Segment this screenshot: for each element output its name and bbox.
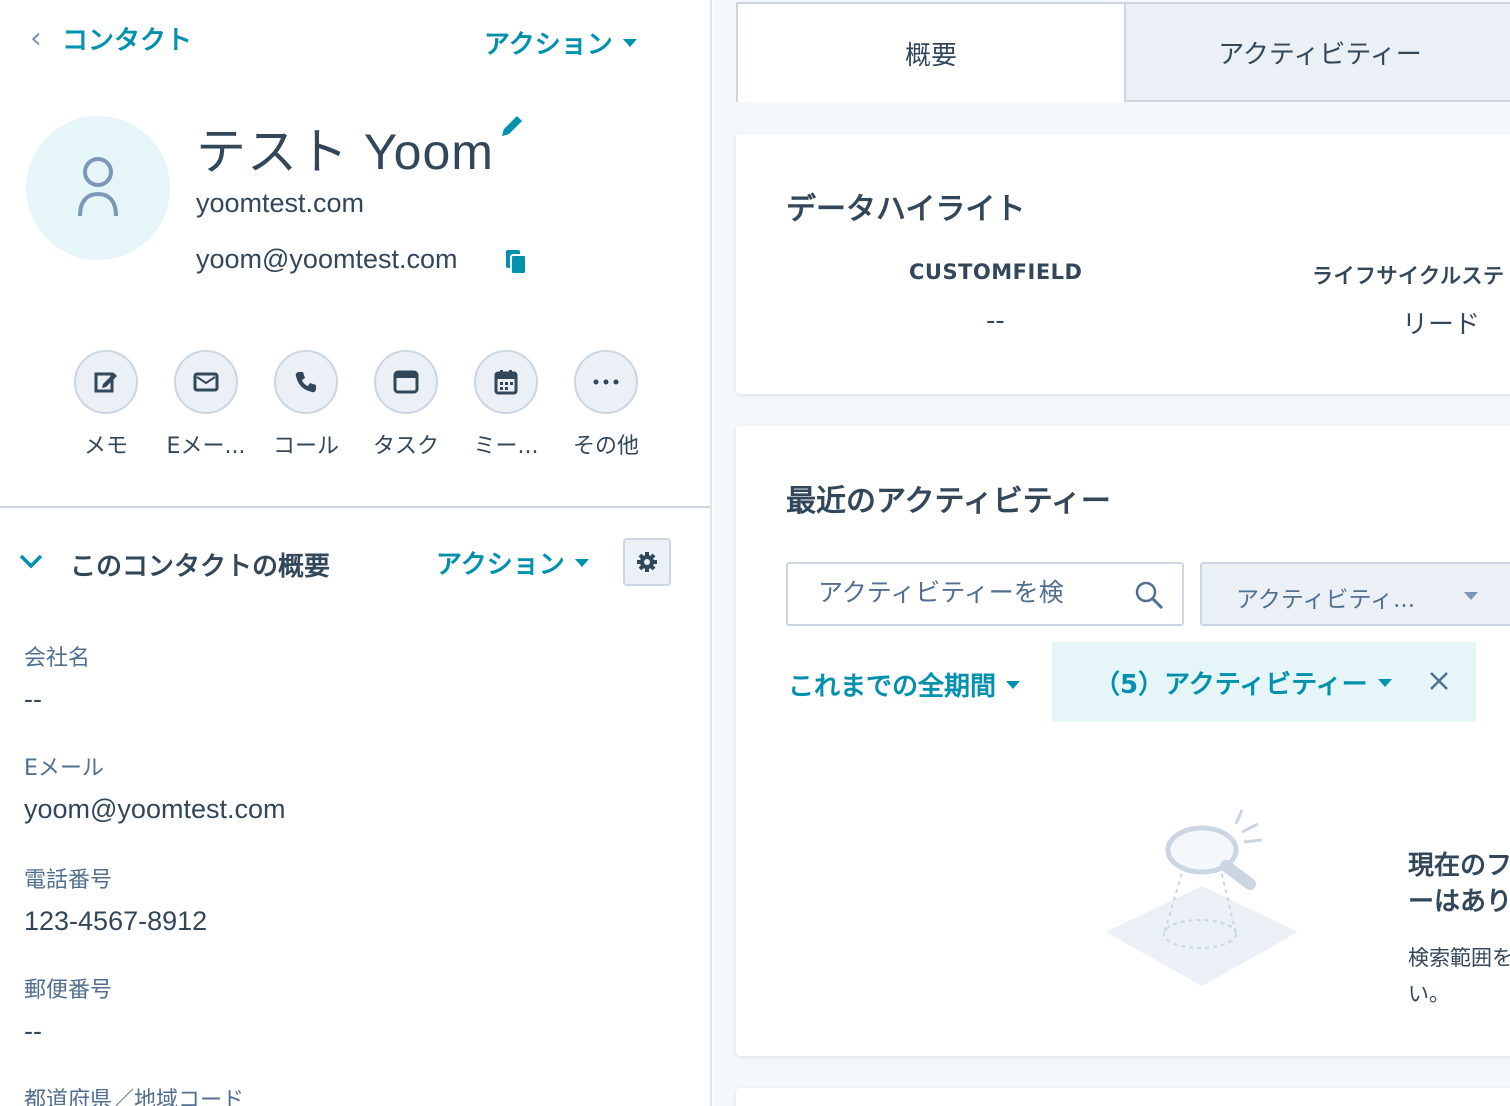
main-panel: 概要 アクティビティー データハイライト CUSTOMFIELD -- ライフサ… [714,0,1510,1106]
summary-actions-dropdown[interactable]: アクション [436,544,589,581]
copy-icon[interactable] [504,248,528,280]
calendar-icon [474,350,538,414]
recent-activity-title: 最近のアクティビティー [786,484,1111,519]
property-label: 都道府県／地域コード [24,1088,245,1106]
chevron-left-icon: ‹ [30,21,42,56]
empty-state-title-line: ーはあり [1408,887,1510,917]
meeting-action-label: ミー... [473,434,539,459]
summary-section-title[interactable]: このコンタクトの概要 [70,546,330,583]
empty-state-title-line: 現在のフ [1408,851,1510,881]
call-action-label: コール [272,434,339,459]
email-action-button[interactable]: Eメー... [156,350,256,460]
property-postal-code[interactable]: 郵便番号 -- [24,972,112,1047]
highlight-value: リード [1402,310,1481,340]
note-action-button[interactable]: メモ [56,350,156,460]
avatar[interactable] [26,116,170,260]
email-icon [174,350,238,414]
more-action-label: その他 [572,434,639,459]
activity-type-filter-label: アクティビティ... [1236,587,1416,613]
record-tabs: 概要 アクティビティー [736,2,1510,102]
highlight-value: -- [986,306,1005,336]
period-filter-dropdown[interactable]: これまでの全期間 [788,666,1021,703]
contact-domain[interactable]: yoomtest.com [196,188,364,219]
data-highlights-title: データハイライト [786,192,1026,227]
empty-state-description: 検索範囲を い。 [1408,940,1510,1012]
contact-sidebar: ‹ コンタクト アクション テスト Yoom yoomtest.com yoom… [0,0,712,1106]
data-highlights-card: データハイライト CUSTOMFIELD -- ライフサイクルステ リード [736,134,1510,394]
quick-actions: メモ Eメー... コール タスク ミー... その他 [56,350,656,460]
caret-down-icon [1006,680,1021,689]
caret-down-icon [622,38,637,47]
property-value: -- [24,1016,42,1046]
header-actions-dropdown[interactable]: アクション [484,24,637,61]
empty-state-desc-line: い。 [1408,982,1450,1006]
back-to-contacts-link[interactable]: ‹ コンタクト [30,20,192,57]
note-action-label: メモ [83,434,128,459]
section-divider [0,506,710,508]
highlight-label: CUSTOMFIELD [909,260,1083,284]
property-value: -- [24,684,42,714]
back-link-label: コンタクト [62,26,193,56]
property-label: 電話番号 [24,868,113,893]
caret-down-icon [1377,678,1392,687]
chevron-down-icon[interactable] [18,548,44,578]
empty-state-title: 現在のフ ーはあり [1408,848,1510,920]
gear-icon [637,552,657,572]
activity-search-box[interactable] [786,562,1184,626]
tab-overview[interactable]: 概要 [736,2,1126,102]
settings-button[interactable] [623,538,671,586]
activity-type-filter[interactable]: アクティビティ... [1200,562,1510,626]
edit-note-icon [74,350,138,414]
search-icon[interactable] [1134,580,1164,610]
pencil-icon[interactable] [498,112,526,144]
task-icon [374,350,438,414]
property-state-region[interactable]: 都道府県／地域コード [24,1082,244,1106]
recent-activity-card: 最近のアクティビティー アクティビティ... これまでの全期間 （5）アクティビ… [736,426,1510,1056]
caret-down-icon [1464,592,1478,600]
task-action-label: タスク [372,434,439,459]
contact-name: テスト Yoom [196,124,494,180]
activity-search-input[interactable] [818,578,1118,607]
property-label: Eメール [24,756,104,781]
property-company[interactable]: 会社名 -- [24,640,90,715]
summary-section-header: このコンタクトの概要 アクション [0,538,710,588]
property-email[interactable]: Eメール yoom@yoomtest.com [24,750,285,825]
period-filter-label: これまでの全期間 [788,672,997,702]
magnifier-illustration-icon [1106,809,1298,986]
next-card [736,1088,1510,1106]
task-action-button[interactable]: タスク [356,350,456,460]
call-action-button[interactable]: コール [256,350,356,460]
caret-down-icon [574,558,589,567]
more-action-button[interactable]: その他 [556,350,656,460]
property-label: 会社名 [24,646,91,671]
header-actions-label: アクション [484,30,613,60]
property-label: 郵便番号 [24,978,113,1003]
empty-state-desc-line: 検索範囲を [1408,946,1510,970]
property-value: 123-4567-8912 [24,906,208,936]
person-icon [78,157,118,217]
property-phone[interactable]: 電話番号 123-4567-8912 [24,862,207,937]
contact-email: yoom@yoomtest.com [196,244,458,274]
phone-icon [274,350,338,414]
property-value: yoom@yoomtest.com [24,794,286,824]
highlight-label: ライフサイクルステ [1312,264,1505,288]
more-icon [574,350,638,414]
email-action-label: Eメー... [166,434,246,459]
summary-actions-label: アクション [436,550,565,580]
tab-activity[interactable]: アクティビティー [1126,2,1510,102]
close-icon[interactable] [1428,670,1450,692]
activity-filter-chip-label: （5）アクティビティー [1094,670,1368,700]
activity-filter-chip[interactable]: （5）アクティビティー [1052,642,1476,722]
meeting-action-button[interactable]: ミー... [456,350,556,460]
sidebar-topbar: ‹ コンタクト アクション [0,0,710,80]
